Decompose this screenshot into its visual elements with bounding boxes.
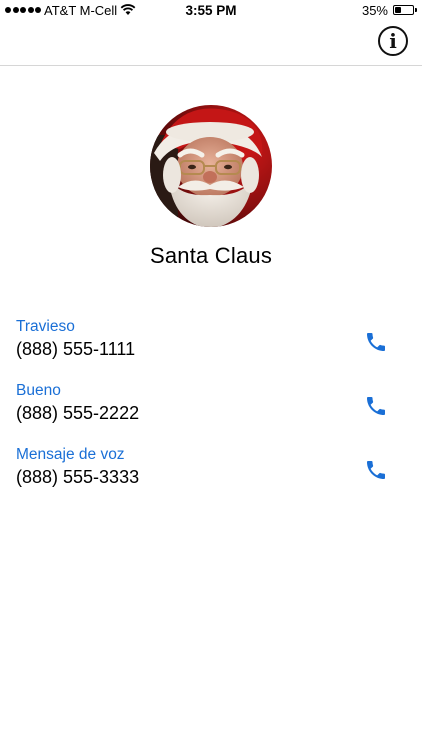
battery-percent: 35%: [361, 3, 388, 18]
battery-icon: [393, 5, 414, 15]
battery-tip: [415, 8, 417, 12]
phone-list: Travieso (888) 555-1111 Bueno (888) 555-…: [0, 316, 422, 508]
phone-icon[interactable]: [364, 458, 388, 482]
santa-claus-photo: [150, 105, 272, 227]
phone-number: (888) 555-2222: [16, 403, 140, 423]
status-time: 3:55 PM: [185, 3, 237, 18]
phone-label: Travieso: [16, 318, 75, 335]
phone-number: (888) 555-1111: [16, 339, 136, 359]
contact-name: Santa Claus: [149, 243, 273, 268]
status-bar: AT&T M-Cell 3:55 PM 35%: [0, 0, 422, 22]
phone-row-bueno[interactable]: Bueno (888) 555-2222: [0, 380, 422, 444]
phone-icon[interactable]: [364, 394, 388, 418]
info-icon: i: [389, 29, 397, 53]
phone-label: Mensaje de voz: [16, 446, 125, 463]
phone-number: (888) 555-3333: [16, 467, 140, 487]
phone-icon[interactable]: [364, 330, 388, 354]
battery-level-fill: [395, 7, 401, 13]
info-button[interactable]: i: [378, 26, 408, 56]
navigation-bar: i: [0, 22, 422, 66]
phone-row-travieso[interactable]: Travieso (888) 555-1111: [0, 316, 422, 380]
contact-screen: AT&T M-Cell 3:55 PM 35% i Santa Claus Tr…: [0, 0, 422, 750]
contact-avatar: [150, 105, 272, 227]
phone-label: Bueno: [16, 382, 61, 399]
phone-row-mensaje-de-voz[interactable]: Mensaje de voz (888) 555-3333: [0, 444, 422, 508]
